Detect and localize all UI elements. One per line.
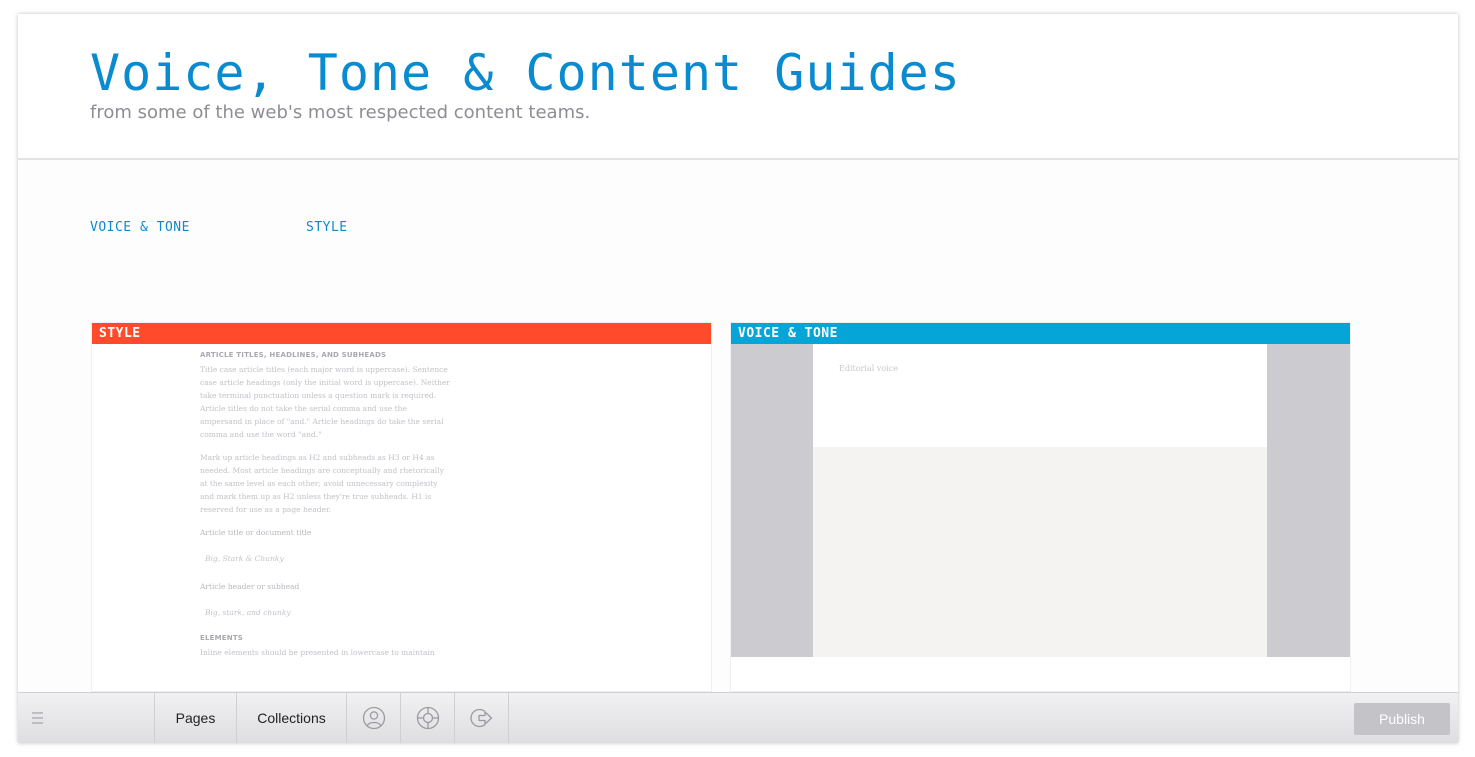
style-guide-preview: ARTICLE TITLES, HEADLINES, AND SUBHEADS …: [200, 351, 450, 659]
editor-toolbar: Pages Collections Publish: [18, 692, 1458, 743]
preview-example: Big, stark, and chunky: [205, 608, 291, 617]
pages-button[interactable]: Pages: [155, 693, 237, 743]
nav-link-voice-tone[interactable]: VOICE & TONE: [90, 220, 190, 235]
help-button[interactable]: [401, 693, 455, 743]
logout-button[interactable]: [455, 693, 509, 743]
menu-button[interactable]: [18, 693, 155, 743]
preview-text: Editorial voice: [839, 364, 898, 373]
logout-icon: [470, 708, 493, 728]
site-subtitle: from some of the web's most respected co…: [90, 102, 591, 123]
help-icon: [416, 706, 440, 730]
preview-heading: ELEMENTS: [200, 634, 244, 642]
preview-sidebar-left: [731, 344, 813, 657]
publish-button[interactable]: Publish: [1354, 703, 1450, 735]
preview-content-top: Editorial voice: [813, 344, 1268, 447]
collections-button[interactable]: Collections: [237, 693, 347, 743]
style-guide-card[interactable]: STYLE ARTICLE TITLES, HEADLINES, AND SUB…: [91, 322, 712, 692]
preview-sidebar-right: [1267, 344, 1350, 657]
app-window: Voice, Tone & Content Guides from some o…: [18, 14, 1458, 743]
site-title: Voice, Tone & Content Guides: [90, 44, 961, 102]
card-label-style: STYLE: [92, 323, 711, 344]
card-label-voice-tone: VOICE & TONE: [731, 323, 1350, 344]
preview-label: Article title or document title: [200, 528, 312, 537]
user-icon: [362, 706, 386, 730]
menu-icon: [32, 712, 43, 727]
preview-example: Big, Stark & Chunky: [205, 554, 284, 563]
nav-link-style[interactable]: STYLE: [306, 220, 348, 235]
account-button[interactable]: [347, 693, 401, 743]
preview-paragraph: Mark up article headings as H2 and subhe…: [200, 453, 444, 514]
site-header: Voice, Tone & Content Guides from some o…: [18, 14, 1458, 160]
preview-paragraph: Inline elements should be presented in l…: [200, 648, 435, 657]
preview-paragraph: Title case article titles (each major wo…: [200, 365, 451, 439]
preview-heading: ARTICLE TITLES, HEADLINES, AND SUBHEADS: [200, 351, 387, 359]
preview-content-bottom: [813, 447, 1268, 657]
voice-tone-card[interactable]: VOICE & TONE Editorial voice: [730, 322, 1351, 692]
preview-label: Article header or subhead: [200, 582, 300, 591]
